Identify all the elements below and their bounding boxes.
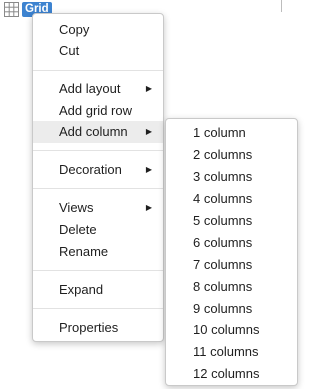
menu-item-add-layout[interactable]: Add layout ▶ — [33, 78, 163, 100]
menu-item-label: Delete — [59, 222, 97, 237]
menu-separator — [33, 188, 163, 189]
chevron-right-icon: ▶ — [145, 165, 152, 174]
menu-item-expand[interactable]: Expand — [33, 279, 163, 301]
submenu-item-label: 5 columns — [193, 213, 253, 228]
context-menu: Copy Cut Add layout ▶ Add grid row Add c… — [32, 13, 164, 342]
submenu-item-6-columns[interactable]: 6 columns — [166, 232, 297, 254]
menu-item-label: Add column — [59, 124, 128, 139]
submenu-item-label: 10 columns — [193, 322, 260, 337]
menu-item-label: Properties — [59, 320, 119, 335]
panel-border-line — [281, 0, 282, 12]
menu-separator — [33, 308, 163, 309]
menu-item-properties[interactable]: Properties — [33, 317, 163, 339]
submenu-item-label: 2 columns — [193, 147, 253, 162]
menu-item-delete[interactable]: Delete — [33, 219, 163, 241]
menu-item-decoration[interactable]: Decoration ▶ — [33, 159, 163, 181]
menu-separator — [33, 150, 163, 151]
submenu-item-label: 1 column — [193, 125, 246, 140]
submenu-item-5-columns[interactable]: 5 columns — [166, 210, 297, 232]
submenu-item-label: 3 columns — [193, 169, 253, 184]
menu-item-label: Rename — [59, 244, 109, 259]
menu-item-add-column[interactable]: Add column ▶ — [33, 121, 163, 143]
submenu-item-label: 4 columns — [193, 191, 253, 206]
submenu-item-label: 6 columns — [193, 235, 253, 250]
submenu-item-7-columns[interactable]: 7 columns — [166, 254, 297, 276]
menu-separator — [33, 270, 163, 271]
submenu-item-10-columns[interactable]: 10 columns — [166, 319, 297, 341]
menu-item-rename[interactable]: Rename — [33, 241, 163, 263]
submenu-item-label: 9 columns — [193, 301, 253, 316]
menu-item-views[interactable]: Views ▶ — [33, 197, 163, 219]
submenu-item-4-columns[interactable]: 4 columns — [166, 188, 297, 210]
submenu-item-9-columns[interactable]: 9 columns — [166, 298, 297, 320]
menu-item-label: Expand — [59, 282, 104, 297]
menu-item-label: Decoration — [59, 162, 122, 177]
menu-item-label: Add layout — [59, 81, 121, 96]
menu-item-copy[interactable]: Copy — [33, 19, 163, 41]
menu-item-add-grid-row[interactable]: Add grid row — [33, 100, 163, 122]
submenu-item-label: 11 columns — [193, 344, 259, 359]
menu-item-label: Cut — [59, 43, 80, 58]
menu-item-label: Copy — [59, 22, 90, 37]
submenu-item-12-columns[interactable]: 12 columns — [166, 363, 297, 385]
submenu-item-label: 7 columns — [193, 257, 253, 272]
submenu-item-11-columns[interactable]: 11 columns — [166, 341, 297, 363]
menu-item-label: Add grid row — [59, 103, 132, 118]
submenu-item-label: 8 columns — [193, 279, 253, 294]
chevron-right-icon: ▶ — [145, 84, 152, 93]
menu-separator — [33, 70, 163, 71]
menu-item-label: Views — [59, 200, 94, 215]
submenu-item-8-columns[interactable]: 8 columns — [166, 276, 297, 298]
grid-icon — [4, 2, 19, 17]
menu-item-cut[interactable]: Cut — [33, 40, 163, 62]
submenu-item-label: 12 columns — [193, 366, 260, 381]
submenu-item-3-columns[interactable]: 3 columns — [166, 166, 297, 188]
chevron-right-icon: ▶ — [145, 203, 152, 212]
chevron-right-icon: ▶ — [145, 127, 152, 136]
submenu-item-2-columns[interactable]: 2 columns — [166, 144, 297, 166]
add-column-submenu: 1 column 2 columns 3 columns 4 columns 5… — [165, 118, 298, 386]
submenu-item-1-column[interactable]: 1 column — [166, 122, 297, 144]
